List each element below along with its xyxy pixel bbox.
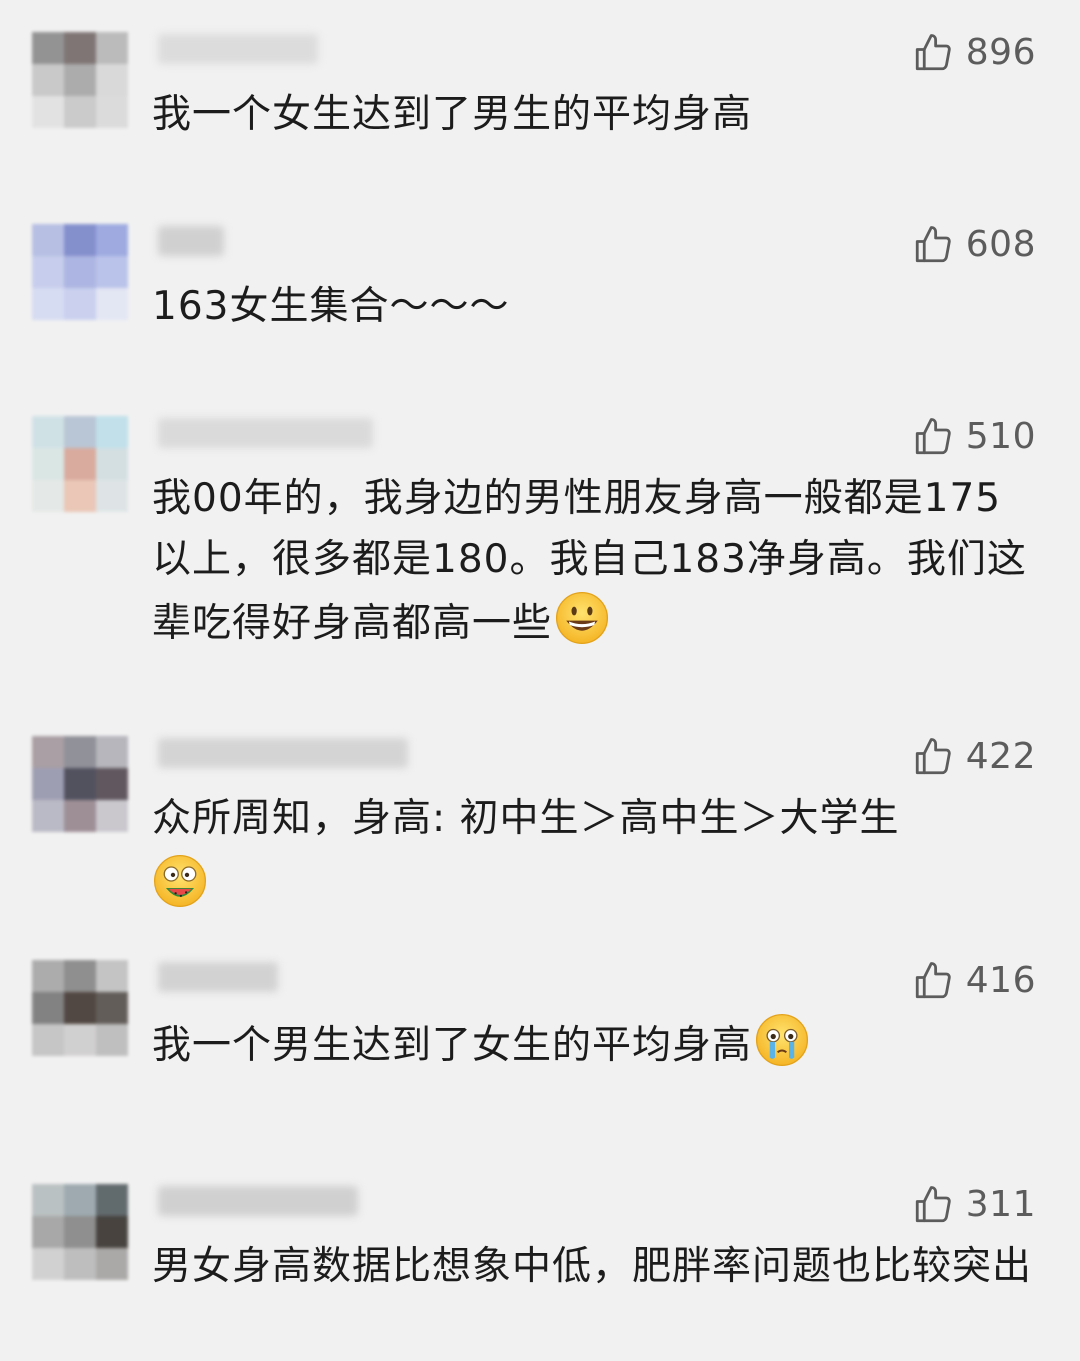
like-button[interactable]: 510 [912,416,1036,458]
like-count: 416 [965,960,1036,1001]
avatar[interactable] [32,960,128,1056]
username-redacted [158,962,278,992]
like-count: 896 [965,32,1036,73]
thumbs-up-icon [915,418,951,455]
avatar[interactable] [32,1184,128,1280]
username-redacted [158,34,318,64]
holding-back-tears-emoji-icon [755,1013,809,1067]
avatar[interactable] [32,224,128,320]
watermelon-eating-face-emoji-icon [153,854,207,908]
like-count: 510 [965,416,1036,457]
like-count: 422 [965,736,1036,777]
avatar[interactable] [32,736,128,832]
thumbs-up-icon [915,226,951,263]
avatar[interactable] [32,416,128,512]
like-count: 608 [965,224,1036,265]
like-button[interactable]: 416 [912,960,1036,1002]
thumbs-up-icon [915,962,951,999]
comment-text: 我一个女生达到了男生的平均身高 [152,92,753,137]
like-button[interactable]: 311 [912,1184,1036,1226]
avatar[interactable] [32,32,128,128]
comment-text: 163女生集合～～～ [152,284,510,329]
comment-text: 男女身高数据比想象中低，肥胖率问题也比较突出 [152,1244,1033,1289]
thumbs-up-icon [915,738,951,775]
username-redacted [158,738,408,768]
username-redacted [158,226,224,256]
username-redacted [158,1186,358,1216]
comment-text: 我一个男生达到了女生的平均身高 [152,1012,1032,1076]
like-button[interactable]: 422 [912,736,1036,778]
like-button[interactable]: 896 [912,32,1036,74]
like-button[interactable]: 608 [912,224,1036,266]
thumbs-up-icon [915,34,951,71]
comment-text: 众所周知，身高: 初中生＞高中生＞大学生 [152,788,1032,909]
thumbs-up-icon [915,1186,951,1223]
comment-text: 我00年的，我身边的男性朋友身高一般都是175以上，很多都是180。我自己183… [152,476,1027,646]
username-redacted [158,418,373,448]
grinning-face-emoji-icon [555,591,609,645]
like-count: 311 [965,1184,1036,1225]
